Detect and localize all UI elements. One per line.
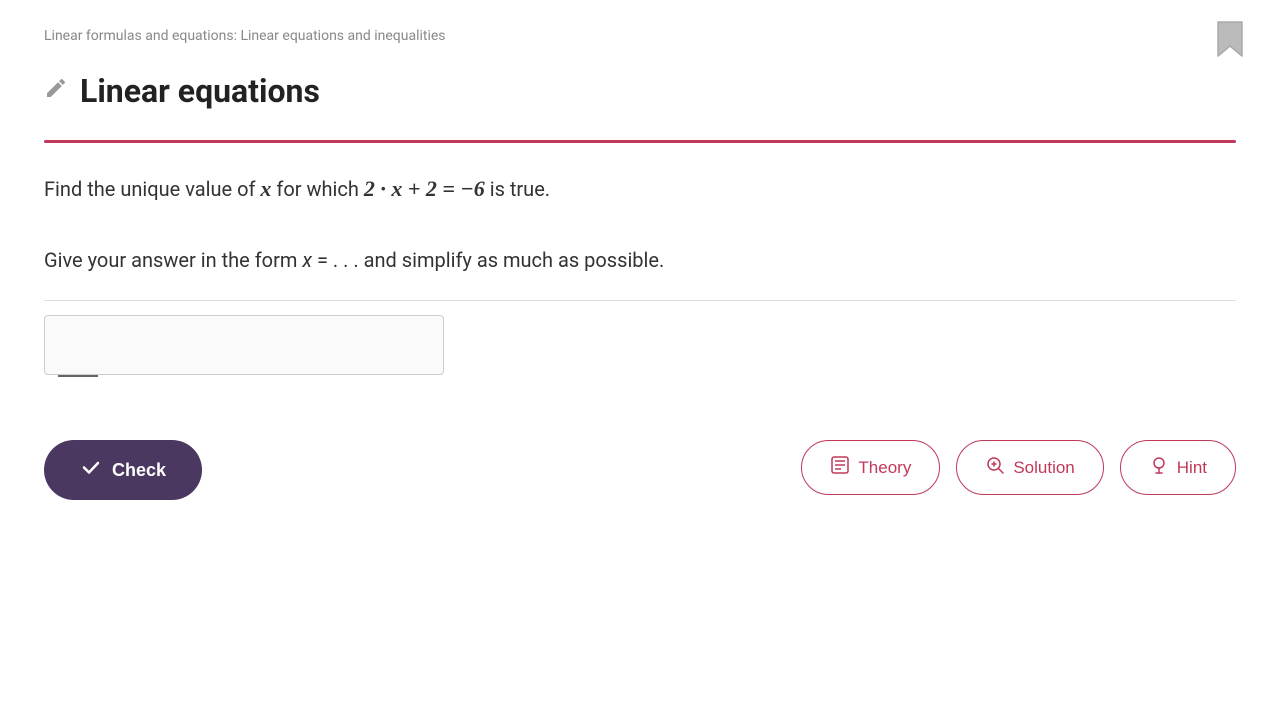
theory-button[interactable]: Theory — [801, 440, 940, 495]
hint-button[interactable]: Hint — [1120, 440, 1236, 495]
answer-instruction-suffix: and simplify as much as possible. — [359, 248, 665, 272]
solution-label: Solution — [1013, 458, 1074, 478]
problem-line1: Find the unique value of x for which 2 ·… — [44, 172, 1236, 205]
page-title-container: Linear equations — [44, 72, 320, 110]
breadcrumb: Linear formulas and equations: Linear eq… — [44, 28, 446, 44]
theory-icon — [830, 455, 850, 480]
problem-equation: 2 · x + 2 = −6 — [364, 176, 485, 201]
problem-suffix: is true. — [485, 177, 550, 201]
solution-icon — [985, 455, 1005, 480]
answer-divider — [44, 300, 1236, 301]
problem-variable: x — [260, 176, 271, 201]
problem-mid: for which — [271, 177, 363, 201]
action-buttons: Theory Solution Hint — [801, 440, 1236, 495]
check-label: Check — [112, 460, 166, 481]
answer-form: x = . . . — [302, 248, 358, 272]
hint-label: Hint — [1177, 458, 1207, 478]
problem-line2: Give your answer in the form x = . . . a… — [44, 245, 1236, 275]
check-icon — [80, 456, 102, 484]
solution-button[interactable]: Solution — [956, 440, 1103, 495]
page-title: Linear equations — [80, 72, 320, 110]
check-button[interactable]: Check — [44, 440, 202, 500]
answer-area[interactable] — [44, 315, 444, 375]
section-divider — [44, 140, 1236, 143]
answer-instruction-prefix: Give your answer in the form — [44, 248, 302, 272]
bookmark-icon[interactable] — [1216, 20, 1244, 62]
theory-label: Theory — [858, 458, 911, 478]
answer-underline — [58, 375, 98, 377]
hint-icon — [1149, 455, 1169, 480]
pencil-icon — [44, 76, 68, 106]
problem-prefix: Find the unique value of — [44, 177, 260, 201]
answer-input[interactable] — [53, 349, 435, 370]
